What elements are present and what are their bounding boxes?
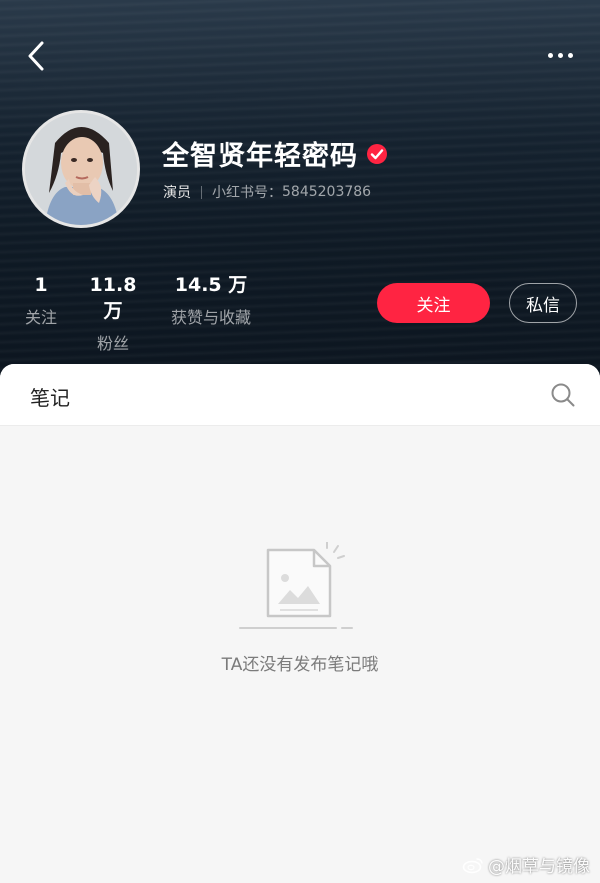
avatar[interactable] — [22, 110, 140, 228]
stat-following-value: 1 — [34, 274, 48, 296]
watermark-text: @烟草与镜像 — [488, 857, 590, 877]
back-arrow-icon — [28, 41, 44, 71]
profile-header: 全智贤年轻密码 演员 小红书号： 5845203786 1 关注 11.8 万 … — [0, 0, 600, 400]
message-button[interactable]: 私信 — [509, 283, 577, 323]
notes-panel: 笔记 TA还没有发布笔记哦 — [0, 364, 600, 883]
stat-followers-label: 粉丝 — [96, 334, 129, 353]
tab-bar: 笔记 — [0, 364, 600, 426]
more-dots-icon — [547, 52, 553, 58]
back-button[interactable] — [18, 36, 54, 76]
profile-name: 全智贤年轻密码 — [162, 141, 358, 172]
stat-following-label: 关注 — [24, 308, 57, 327]
stat-following[interactable]: 1 关注 — [22, 272, 60, 328]
avatar-image — [25, 113, 137, 225]
verified-icon — [367, 143, 387, 164]
follow-button[interactable]: 关注 — [377, 283, 490, 323]
weibo-icon — [462, 857, 483, 873]
profile-meta: 演员 小红书号： 5845203786 — [163, 182, 371, 202]
stat-followers-value: 11.8 万 — [89, 274, 137, 322]
stat-followers[interactable]: 11.8 万 粉丝 — [80, 272, 146, 354]
empty-state-text: TA还没有发布笔记哦 — [221, 655, 379, 675]
search-icon[interactable] — [550, 382, 576, 408]
empty-document-icon — [239, 542, 353, 629]
tab-notes[interactable]: 笔记 — [30, 382, 70, 411]
stat-likes-label: 获赞与收藏 — [170, 308, 251, 327]
profile-id-value: 5845203786 — [282, 184, 372, 200]
profile-role: 演员 — [163, 185, 191, 201]
profile-name-row: 全智贤年轻密码 — [162, 134, 388, 173]
divider — [201, 185, 202, 199]
watermark: @烟草与镜像 — [462, 852, 590, 877]
stat-likes[interactable]: 14.5 万 获赞与收藏 — [165, 272, 257, 328]
stat-likes-value: 14.5 万 — [174, 274, 248, 296]
more-button[interactable] — [540, 40, 580, 70]
profile-id-label: 小红书号： — [212, 185, 282, 201]
